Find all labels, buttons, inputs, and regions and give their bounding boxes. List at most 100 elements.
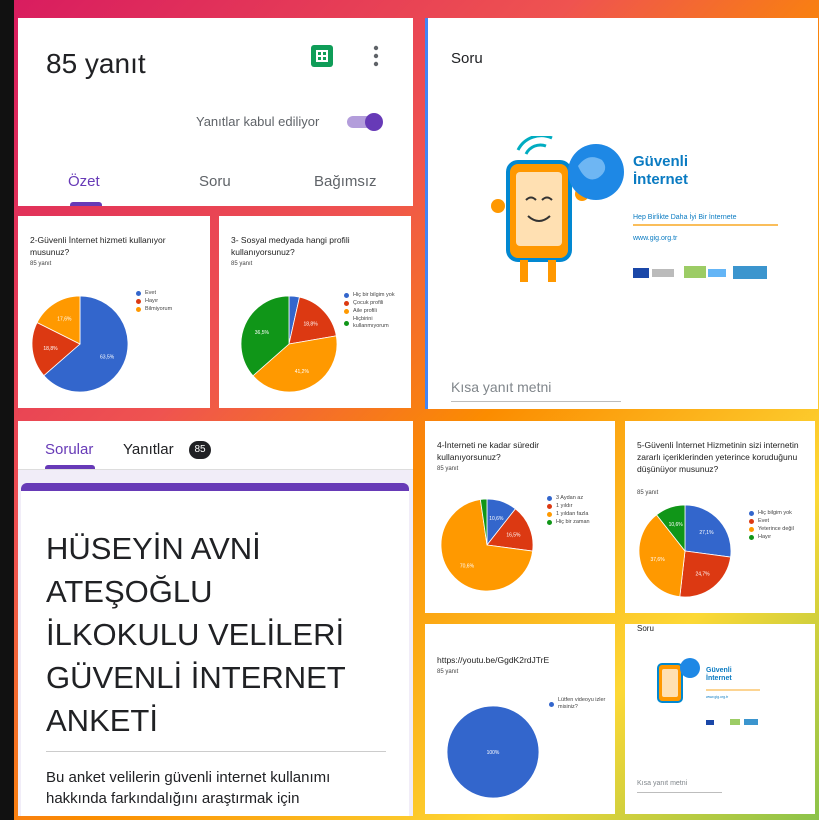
small-banner-title-1: Güvenli	[706, 667, 732, 674]
legend-swatch	[749, 510, 754, 516]
accepting-responses-toggle[interactable]	[345, 112, 387, 132]
legend-item: Hiçbirini kullanmıyorum	[344, 316, 401, 330]
form-editor-panel: Sorular Yanıtlar 85 HÜSEYİN AVNİ ATEŞOĞL…	[18, 421, 413, 816]
slice-label: 37,6%	[650, 557, 665, 563]
sheets-icon[interactable]	[311, 45, 333, 67]
pie-chart: 100%	[446, 705, 540, 799]
form-title-line: ATEŞOĞLU	[46, 574, 213, 609]
chart-panel-q2: 2-Güvenli İnternet hizmeti kullanıyor mu…	[18, 216, 210, 408]
slice-label: 100%	[487, 750, 500, 756]
small-banner: Güvenli İnternet www.gig.org.tr	[657, 658, 760, 725]
legend-item: Evet	[749, 518, 769, 524]
legend-label: Hayır	[145, 298, 159, 304]
slice-label: 36,5%	[255, 330, 270, 336]
question-preview-panel: Soru Güvenli İnternet Hep Birlikte Daha …	[425, 18, 818, 409]
legend-label: Hiç bir bilgim yok	[353, 292, 395, 298]
tab-individual[interactable]: Bağımsız	[314, 173, 377, 190]
form-title: HÜSEYİN AVNİ ATEŞOĞLU İLKOKULU VELİLERİ …	[46, 527, 346, 742]
legend-label: Aile profili	[353, 308, 377, 314]
legend-label: Hayır	[758, 534, 772, 540]
slice-label: 27,1%	[699, 530, 714, 536]
form-title-divider	[46, 751, 386, 752]
slice-label: 63,5%	[100, 354, 115, 360]
legend-item: Aile profili	[344, 308, 377, 314]
chart-panel-video: https://youtu.be/GgdK2rdJTrE 85 yanıt 100%…	[425, 624, 615, 814]
legend-swatch	[549, 701, 554, 707]
legend-label: Lütfen videoyu izler misiniz?	[558, 697, 606, 710]
form-description: Bu anket velilerin güvenli internet kull…	[46, 767, 330, 809]
legend-swatch	[136, 298, 141, 304]
pie-chart: 10,6% 16,5% 70,6%	[440, 498, 534, 592]
legend-swatch	[136, 306, 141, 312]
legend-swatch	[136, 290, 141, 296]
legend-item: Bilmiyorum	[136, 306, 172, 312]
banner-slogan: Hep Birlikte Daha İyi Bir İnternete	[633, 212, 737, 221]
slice-label: 10,6%	[669, 522, 684, 528]
small-question-label: Soru	[637, 624, 654, 633]
pie-chart: 27,1% 24,7% 37,6% 10,6%	[638, 504, 732, 598]
legend-label: Yeterince değil	[758, 526, 794, 532]
legend-swatch	[749, 526, 754, 532]
accepting-responses-label: Yanıtlar kabul ediliyor	[196, 114, 320, 129]
legend-label: Evet	[145, 290, 157, 296]
legend-item: 1 yıldan fazla	[547, 511, 588, 517]
legend-swatch	[547, 503, 552, 509]
form-tabs-bar: Sorular Yanıtlar 85	[18, 421, 413, 470]
tab-questions-underline	[45, 465, 95, 469]
tab-summary-underline	[70, 202, 102, 206]
legend-swatch	[547, 519, 552, 525]
more-options-icon[interactable]	[372, 44, 380, 70]
legend-item: Evet	[136, 290, 156, 296]
legend-swatch	[344, 292, 349, 298]
legend-item: Lütfen videoyu izler misiniz?	[549, 697, 606, 711]
small-banner-title-2: İnternet	[706, 674, 732, 682]
legend-item: Hayır	[749, 534, 771, 540]
slice-label: 18,8%	[43, 346, 58, 352]
form-description-line: Bu anket velilerin güvenli internet kull…	[46, 769, 331, 786]
legend-swatch	[547, 495, 552, 501]
banner-title-2: İnternet	[633, 171, 688, 188]
legend-label: Evet	[758, 518, 770, 524]
legend-label: 1 yıldan fazla	[556, 511, 589, 517]
legend-item: Hayır	[136, 298, 158, 304]
legend-swatch	[344, 300, 349, 306]
slice-label: 70,6%	[460, 563, 475, 569]
legend-label: Hiçbirini kullanmıyorum	[353, 316, 389, 329]
slice-label: 41,2%	[295, 369, 310, 375]
legend-label: 3 Aydan az	[556, 495, 584, 501]
banner-url: www.gig.org.tr	[632, 235, 678, 242]
tab-questions[interactable]: Sorular	[45, 441, 93, 458]
legend-swatch	[547, 511, 552, 517]
tab-question[interactable]: Soru	[199, 173, 231, 190]
legend-label: Çocuk profili	[353, 300, 384, 306]
legend-item: Çocuk profili	[344, 300, 383, 306]
legend-item: Hiç bir bilgim yok	[344, 292, 395, 298]
slice-label: 24,7%	[695, 571, 710, 577]
legend-item: Hiç bilgim yok	[749, 510, 792, 516]
slice-label: 17,6%	[57, 317, 72, 323]
legend-item: 1 yıldır	[547, 503, 573, 509]
tab-answers[interactable]: Yanıtlar	[123, 441, 174, 458]
form-header-card: HÜSEYİN AVNİ ATEŞOĞLU İLKOKULU VELİLERİ …	[21, 483, 409, 816]
chart-panel-q3: 3- Sosyal medyada hangi profili kullanıy…	[219, 216, 411, 408]
legend-label: Bilmiyorum	[145, 306, 173, 312]
short-answer-placeholder[interactable]: Kısa yanıt metni	[451, 379, 551, 395]
legend-swatch	[344, 308, 349, 314]
slice-label: 18,8%	[303, 321, 318, 327]
form-title-line: GÜVENLİ İNTERNET	[46, 660, 346, 695]
slice-label: 16,5%	[506, 532, 521, 538]
tab-summary[interactable]: Özet	[68, 173, 100, 190]
legend-swatch	[749, 534, 754, 540]
legend-item: Hiç bir zaman	[547, 519, 590, 525]
form-title-line: HÜSEYİN AVNİ	[46, 531, 261, 566]
question-preview-small-panel: Soru Güvenli İnternet www.gig.org.tr Kıs…	[625, 624, 815, 814]
small-short-answer-placeholder[interactable]: Kısa yanıt metni	[637, 780, 687, 787]
chart-panel-q5: 5-Güvenli İnternet Hizmetinin sizi inter…	[625, 421, 815, 613]
pie-chart: 63,5% 18,8% 17,6%	[31, 295, 129, 393]
guvenli-internet-banner: Güvenli İnternet Hep Birlikte Daha İyi B…	[491, 136, 778, 282]
responses-summary-panel: 85 yanıt Yanıtlar kabul ediliyor Özet So…	[18, 18, 413, 206]
short-answer-underline	[451, 401, 621, 402]
small-banner-url: www.gig.org.tr	[706, 695, 729, 699]
legend-swatch	[749, 518, 754, 524]
slice-label: 10,6%	[489, 516, 504, 522]
